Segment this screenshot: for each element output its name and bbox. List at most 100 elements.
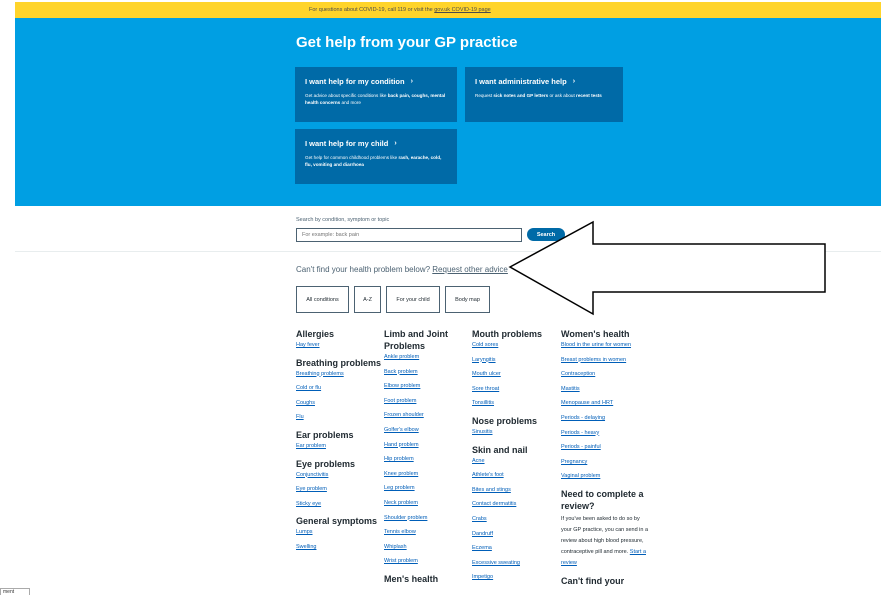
condition-link-swelling[interactable]: Swelling <box>296 544 384 551</box>
condition-link-foot-problem[interactable]: Foot problem <box>384 398 472 405</box>
condition-link-blood-in-the-urine-for-women[interactable]: Blood in the urine for women <box>561 342 649 349</box>
condition-link-acne[interactable]: Acne <box>472 458 560 465</box>
condition-link-dandruff[interactable]: Dandruff <box>472 531 560 538</box>
condition-link-crabs[interactable]: Crabs <box>472 516 560 523</box>
condition-link-frozen-shoulder[interactable]: Frozen shoulder <box>384 412 472 419</box>
category-nose-problems: Nose problems Sinusitis <box>472 415 560 436</box>
condition-link-hip-problem[interactable]: Hip problem <box>384 456 472 463</box>
condition-link-conjunctivitis[interactable]: Conjunctivitis <box>296 472 384 479</box>
condition-link-neck-problem[interactable]: Neck problem <box>384 500 472 507</box>
category-heading: Breathing problems <box>296 357 382 368</box>
tab-body-map[interactable]: Body map <box>445 286 490 313</box>
help-admin-desc: Request sick notes and GP letters or ask… <box>475 93 602 98</box>
condition-link-golfer-s-elbow[interactable]: Golfer's elbow <box>384 427 472 434</box>
help-child-card[interactable]: I want help for my child › Get help for … <box>295 129 457 184</box>
category-breathing-problems: Breathing problems Breathing problems Cold… <box>296 357 384 422</box>
condition-link-whiplash[interactable]: Whiplash <box>384 544 472 551</box>
chevron-right-icon: › <box>410 78 413 85</box>
condition-link-athlete-s-foot[interactable]: Athlete's foot <box>472 472 560 479</box>
condition-link-bites-and-stings[interactable]: Bites and stings <box>472 487 560 494</box>
search-input[interactable] <box>296 228 522 242</box>
condition-link-periods-delaying[interactable]: Periods - delaying <box>561 415 649 422</box>
condition-link-shoulder-problem[interactable]: Shoulder problem <box>384 515 472 522</box>
condition-link-eczema[interactable]: Eczema <box>472 545 560 552</box>
category-heading: Men's health <box>384 573 439 584</box>
review-heading: Need to complete a review? <box>561 488 644 511</box>
search-label: Search by condition, symptom or topic <box>296 217 390 223</box>
help-condition-title: I want help for my condition <box>305 77 405 86</box>
condition-link-sinusitis[interactable]: Sinusitis <box>472 429 560 436</box>
condition-link-breathing-problems[interactable]: Breathing problems <box>296 371 384 378</box>
conditions-column-4: Women's health Blood in the urine for wom… <box>561 328 649 592</box>
condition-link-sore-throat[interactable]: Sore throat <box>472 386 560 393</box>
chevron-right-icon: › <box>394 140 397 147</box>
covid-banner-link[interactable]: gov.uk COVID-19 page <box>434 7 490 13</box>
annotation-arrow-icon <box>508 220 826 316</box>
condition-link-knee-problem[interactable]: Knee problem <box>384 471 472 478</box>
condition-link-excessive-sweating[interactable]: Excessive sweating <box>472 560 560 567</box>
category-allergies: Allergies Hay fever <box>296 328 384 349</box>
condition-link-ankle-problem[interactable]: Ankle problem <box>384 354 472 361</box>
condition-link-elbow-problem[interactable]: Elbow problem <box>384 383 472 390</box>
category-ear-problems: Ear problems Ear problem <box>296 429 384 450</box>
bottom-stub: ment <box>0 588 30 595</box>
hero-section: Get help from your GP practice I want he… <box>15 18 881 206</box>
conditions-column-1: Allergies Hay fever Breathing problems Brea… <box>296 328 384 559</box>
condition-link-periods-heavy[interactable]: Periods - heavy <box>561 430 649 437</box>
category-women-s-health: Women's health Blood in the urine for wom… <box>561 328 649 480</box>
condition-link-mastitis[interactable]: Mastitis <box>561 386 649 393</box>
page-title: Get help from your GP practice <box>296 34 518 51</box>
request-other-advice-link[interactable]: Request other advice <box>432 265 508 274</box>
condition-link-ear-problem[interactable]: Ear problem <box>296 443 384 450</box>
condition-link-vaginal-problem[interactable]: Vaginal problem <box>561 473 649 480</box>
category-heading: Eye problems <box>296 458 356 469</box>
tab-all-conditions[interactable]: All conditions <box>296 286 349 313</box>
category-heading: Mouth problems <box>472 329 542 339</box>
review-section: Need to complete a review? If you've bee… <box>561 488 649 587</box>
help-admin-card[interactable]: I want administrative help › Request sic… <box>465 67 623 122</box>
condition-link-flu[interactable]: Flu <box>296 414 384 421</box>
condition-link-leg-problem[interactable]: Leg problem <box>384 485 472 492</box>
condition-link-contact-dermatitis[interactable]: Contact dermatitis <box>472 501 560 508</box>
help-condition-card[interactable]: I want help for my condition › Get advic… <box>295 67 457 122</box>
cant-find-message: Can't find your health problem below? Re… <box>296 265 508 274</box>
conditions-column-3: Mouth problems Cold sores Laryngitis Mouth … <box>472 328 560 589</box>
condition-link-mouth-ulcer[interactable]: Mouth ulcer <box>472 371 560 378</box>
category-heading: General symptoms <box>296 516 378 527</box>
condition-link-periods-painful[interactable]: Periods - painful <box>561 444 649 451</box>
condition-link-breast-problems-in-women[interactable]: Breast problems in women <box>561 357 649 364</box>
condition-link-contraception[interactable]: Contraception <box>561 371 649 378</box>
category-heading: Limb and Joint Problems <box>384 329 448 351</box>
category-mouth-problems: Mouth problems Cold sores Laryngitis Mouth … <box>472 328 560 407</box>
condition-link-lumps[interactable]: Lumps <box>296 529 384 536</box>
condition-link-coughs[interactable]: Coughs <box>296 400 384 407</box>
category-men-s-health: Men's health <box>384 573 472 585</box>
condition-link-laryngitis[interactable]: Laryngitis <box>472 357 560 364</box>
help-child-desc: Get help for common childhood problems l… <box>305 155 442 167</box>
condition-link-menopause-and-hrt[interactable]: Menopause and HRT <box>561 400 649 407</box>
condition-link-cold-sores[interactable]: Cold sores <box>472 342 560 349</box>
condition-link-tonsillitis[interactable]: Tonsillitis <box>472 400 560 407</box>
category-heading: Skin and nail <box>472 444 528 455</box>
category-heading: Ear problems <box>296 429 354 440</box>
category-limb-and-joint-problems: Limb and Joint Problems Ankle problem Back… <box>384 328 472 565</box>
tab-a-z[interactable]: A-Z <box>354 286 381 313</box>
tab-for-your-child[interactable]: For your child <box>386 286 440 313</box>
chevron-right-icon: › <box>572 78 576 85</box>
condition-link-back-problem[interactable]: Back problem <box>384 369 472 376</box>
arrow-shape <box>508 220 826 316</box>
condition-link-hand-problem[interactable]: Hand problem <box>384 442 472 449</box>
category-heading: Women's health <box>561 329 630 339</box>
condition-link-eye-problem[interactable]: Eye problem <box>296 486 384 493</box>
condition-link-pregnancy[interactable]: Pregnancy <box>561 459 649 466</box>
filter-tabs: All conditions A-Z For your child Body m… <box>296 286 490 313</box>
help-admin-title: I want administrative help <box>475 77 567 86</box>
condition-link-cold-or-flu[interactable]: Cold or flu <box>296 385 384 392</box>
condition-link-tennis-elbow[interactable]: Tennis elbow <box>384 529 472 536</box>
condition-link-wrist-problem[interactable]: Wrist problem <box>384 558 472 565</box>
condition-link-hay-fever[interactable]: Hay fever <box>296 342 384 349</box>
condition-link-impetigo[interactable]: Impetigo <box>472 574 560 581</box>
help-child-title: I want help for my child <box>305 139 389 148</box>
condition-link-sticky-eye[interactable]: Sticky eye <box>296 501 384 508</box>
help-condition-desc: Get advice about specific conditions lik… <box>305 93 446 105</box>
